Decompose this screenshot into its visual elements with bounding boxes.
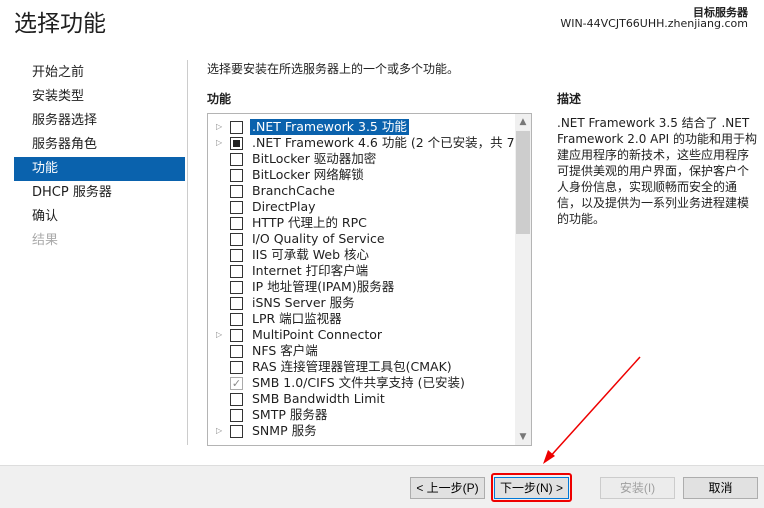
red-arrow-annotation	[543, 356, 641, 464]
